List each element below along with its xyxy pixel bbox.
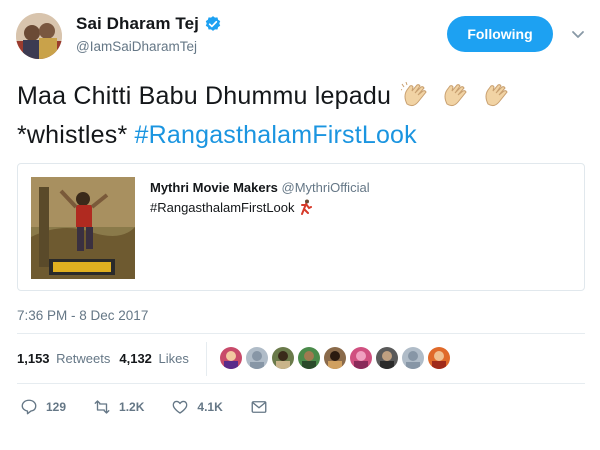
likes-stat[interactable]: 4,132 Likes [119, 351, 189, 366]
tweet-text-line2: *whistles* [17, 121, 128, 149]
quoted-tweet-author[interactable]: Mythri Movie Makers @MythriOfficial [150, 180, 370, 195]
man-dancing-icon [300, 199, 312, 215]
retweets-count: 1,153 [17, 351, 50, 366]
liker-avatar[interactable] [402, 347, 424, 369]
direct-message-button[interactable] [250, 398, 268, 416]
avatar[interactable] [16, 13, 62, 59]
retweet-button[interactable]: 1.2K [93, 398, 144, 416]
envelope-icon [251, 401, 267, 413]
quoted-tweet-image[interactable] [31, 177, 135, 279]
retweet-count: 1.2K [119, 400, 145, 414]
divider [17, 333, 585, 334]
liker-avatar[interactable] [376, 347, 398, 369]
user-name[interactable]: Sai Dharam Tej [76, 14, 222, 34]
tweet-stats: 1,153 Retweets 4,132 Likes [17, 351, 198, 366]
quoted-author-handle[interactable]: @MythriOfficial [282, 180, 370, 195]
clapping-hands-icon [399, 81, 431, 119]
reply-button[interactable]: 129 [20, 398, 66, 416]
reply-count: 129 [46, 400, 67, 414]
chevron-down-icon[interactable] [570, 26, 586, 42]
quoted-author-name[interactable]: Mythri Movie Makers [150, 180, 278, 195]
quoted-hashtag[interactable]: #RangasthalamFirstLook [150, 200, 295, 215]
liker-avatar[interactable] [428, 347, 450, 369]
like-button[interactable]: 4.1K [171, 398, 223, 416]
likes-label: Likes [158, 351, 189, 366]
liker-avatar[interactable] [272, 347, 294, 369]
liker-avatar[interactable] [246, 347, 268, 369]
stats-separator [206, 342, 207, 376]
tweet-text: Maa Chitti Babu Dhummu lepadu *whistles*… [17, 80, 577, 152]
tweet-text-main: Maa Chitti Babu Dhummu lepadu [17, 82, 392, 110]
likes-count: 4,132 [119, 351, 152, 366]
following-button[interactable]: Following [447, 16, 553, 52]
user-handle[interactable]: @IamSaiDharamTej [76, 39, 197, 54]
timestamp[interactable]: 7:36 PM - 8 Dec 2017 [17, 308, 148, 323]
retweet-icon [94, 400, 110, 414]
quoted-tweet-card[interactable]: Mythri Movie Makers @MythriOfficial #Ran… [17, 163, 585, 291]
action-bar: 129 1.2K 4.1K [20, 398, 268, 416]
liker-avatars [220, 347, 450, 369]
liker-avatar[interactable] [350, 347, 372, 369]
clapping-hands-icon [482, 82, 512, 119]
retweets-label: Retweets [56, 351, 111, 366]
quoted-tweet-text: #RangasthalamFirstLook [150, 199, 313, 215]
clapping-hands-icon [441, 82, 471, 119]
verified-badge-icon [205, 16, 221, 31]
liker-avatar[interactable] [220, 347, 242, 369]
retweets-stat[interactable]: 1,153 Retweets [17, 351, 110, 366]
user-name-text[interactable]: Sai Dharam Tej [76, 14, 199, 34]
like-count: 4.1K [197, 400, 223, 414]
hashtag-link[interactable]: #RangasthalamFirstLook [135, 121, 417, 149]
heart-icon [172, 400, 188, 414]
liker-avatar[interactable] [324, 347, 346, 369]
liker-avatar[interactable] [298, 347, 320, 369]
reply-icon [21, 399, 37, 415]
divider [17, 383, 585, 384]
